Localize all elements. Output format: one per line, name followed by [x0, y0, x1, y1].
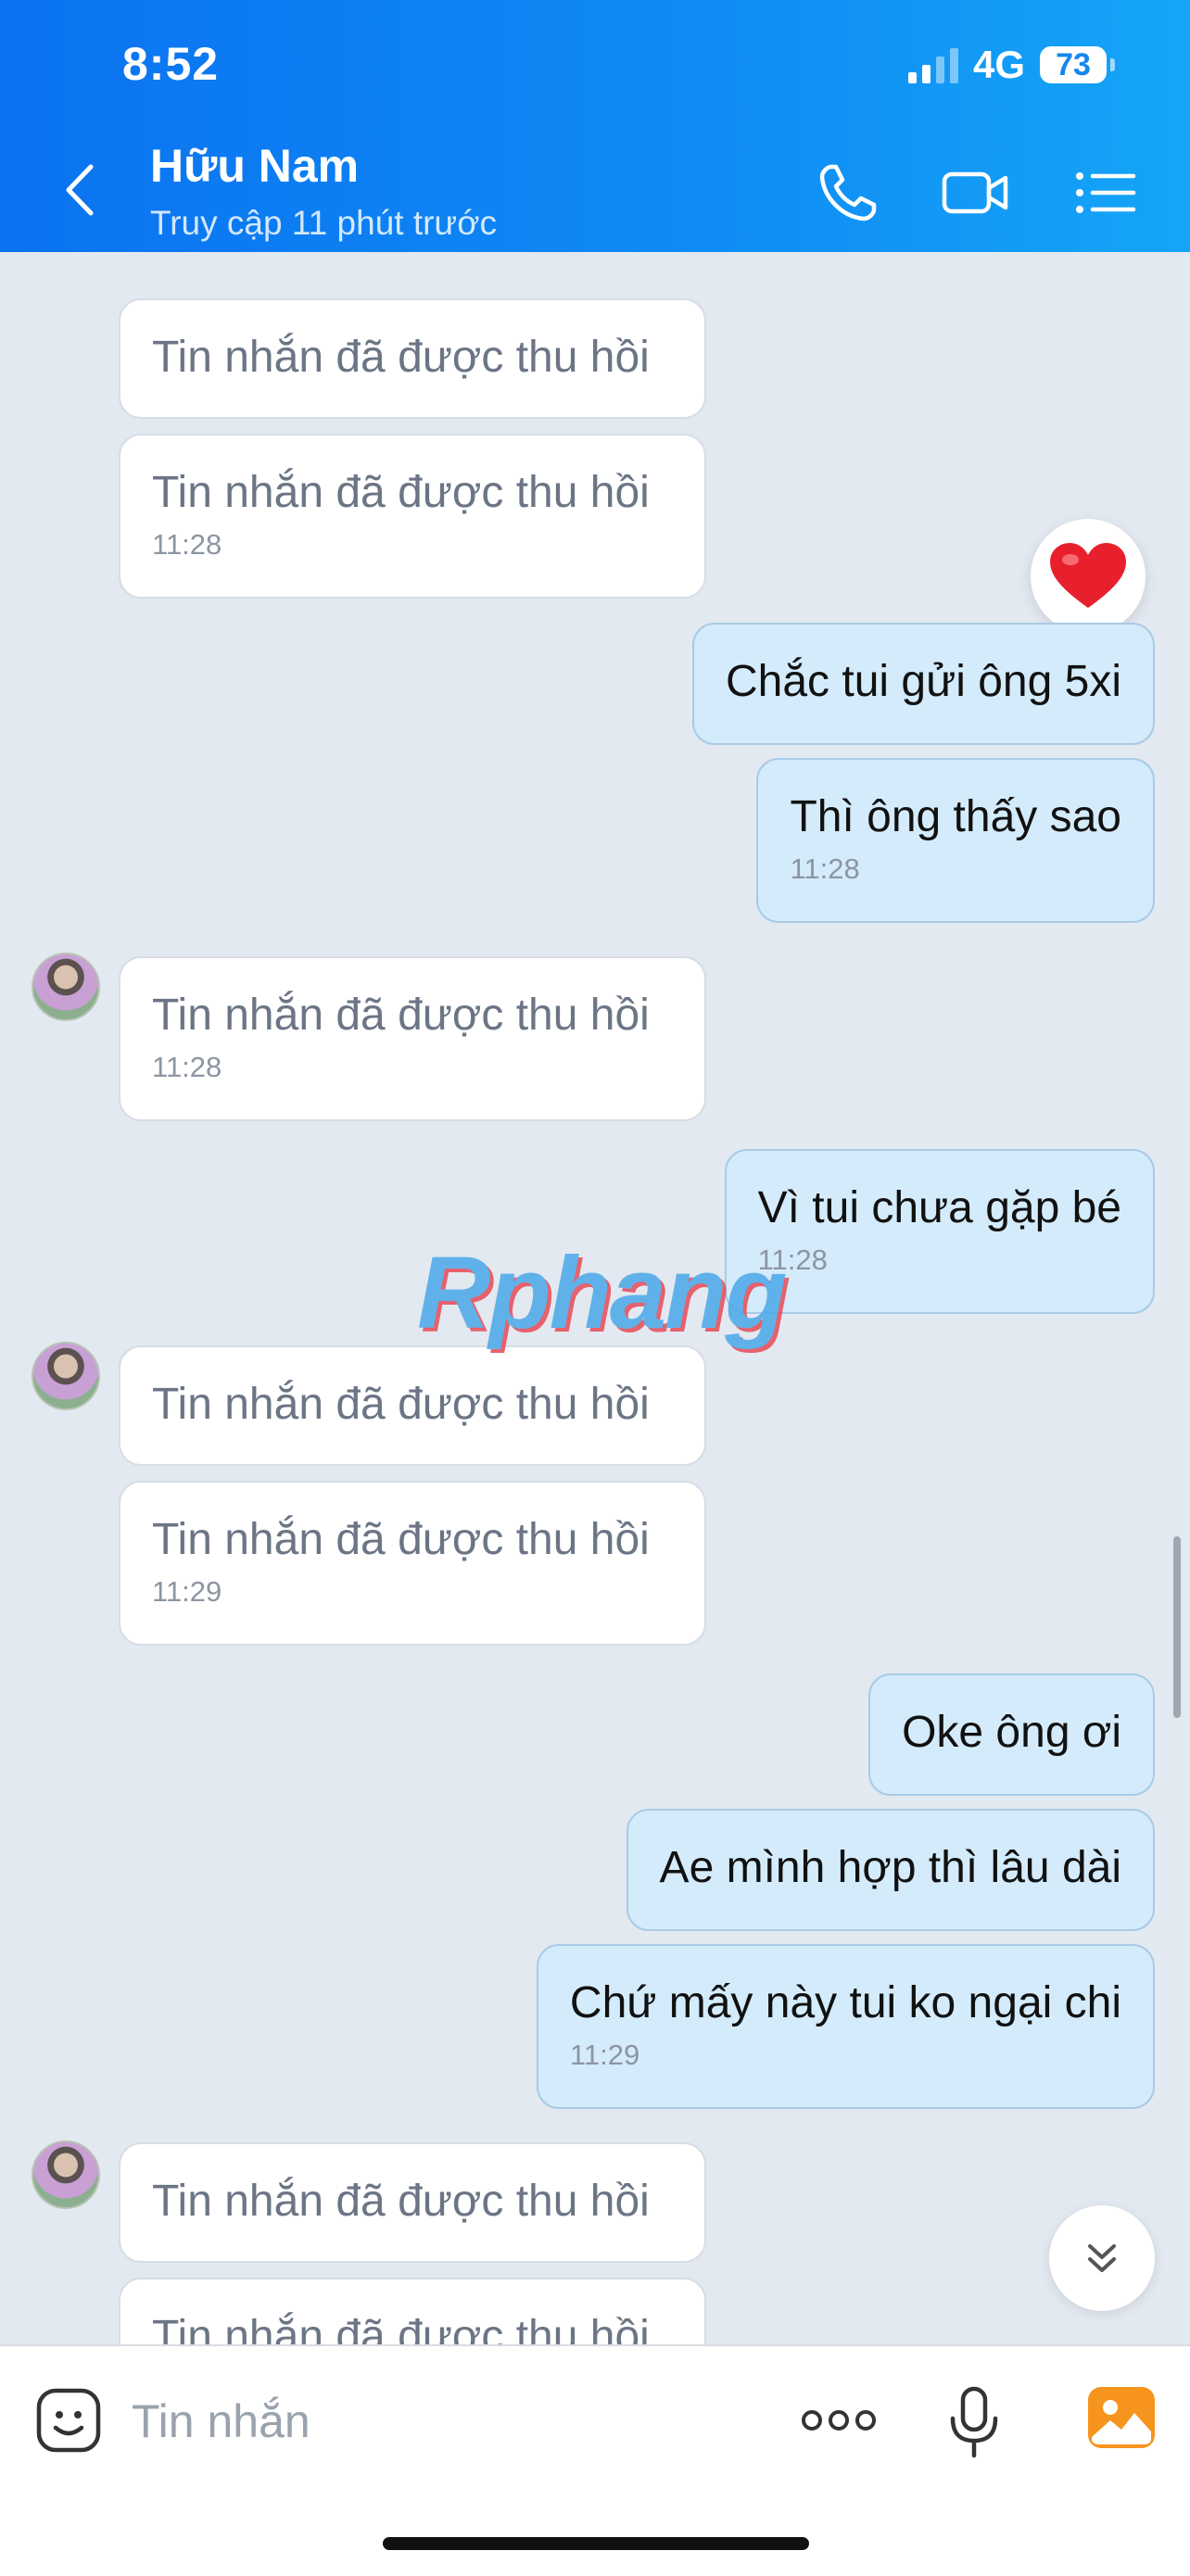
message-bubble-sent[interactable]: Oke ông ơi	[868, 1673, 1155, 1796]
message-bubble-received[interactable]: Tin nhắn đã được thu hồi	[119, 298, 706, 419]
photo-gallery-icon	[1088, 2387, 1155, 2448]
avatar[interactable]	[32, 2140, 100, 2209]
battery-icon: 73	[1040, 46, 1115, 83]
message-list[interactable]: Tin nhắn đã được thu hồi Tin nhắn đã đượ…	[0, 252, 1190, 2344]
chat-options-button[interactable]	[1070, 156, 1145, 230]
avatar[interactable]	[32, 953, 100, 1021]
message-bubble-sent[interactable]: Chắc tui gửi ông 5xi	[691, 623, 1155, 745]
network-type: 4G	[972, 43, 1025, 86]
message-text: Ae mình hợp thì lâu dài	[659, 1843, 1121, 1892]
list-menu-icon	[1076, 172, 1136, 213]
contact-name[interactable]: Hữu Nam	[150, 139, 359, 193]
chevron-left-icon	[66, 164, 94, 216]
message-time: 11:28	[152, 528, 222, 561]
watermark-logo: Rphang	[417, 1236, 787, 1350]
scroll-to-bottom-button[interactable]	[1049, 2205, 1155, 2311]
contact-last-seen: Truy cập 11 phút trước	[150, 204, 497, 242]
message-time: 11:28	[757, 1244, 828, 1276]
message-bubble-sent[interactable]: Chứ mấy này tui ko ngại chi 11:29	[536, 1944, 1155, 2109]
message-text: Oke ông ơi	[902, 1708, 1121, 1757]
message-text: Tin nhắn đã được thu hồi	[152, 2177, 650, 2226]
message-text: Tin nhắn đã được thu hồi	[152, 991, 650, 1040]
message-text: Chứ mấy này tui ko ngại chi	[569, 1978, 1121, 2027]
message-bubble-received[interactable]: Tin nhắn đã được thu hồi 11:28	[119, 956, 706, 1121]
back-button[interactable]	[56, 158, 111, 222]
video-call-button[interactable]	[939, 156, 1013, 230]
message-text: Tin nhắn đã được thu hồi	[152, 468, 650, 517]
voice-call-button[interactable]	[811, 156, 885, 230]
more-options-button[interactable]	[799, 2394, 879, 2446]
message-text: Tin nhắn đã được thu hồi	[152, 1380, 650, 1429]
sticker-button[interactable]	[32, 2383, 106, 2457]
message-bubble-sent[interactable]: Thì ông thấy sao 11:28	[756, 758, 1155, 923]
battery-level: 73	[1056, 46, 1091, 82]
message-text: Vì tui chưa gặp bé	[757, 1183, 1121, 1232]
message-time: 11:29	[152, 1575, 222, 1608]
message-text: Thì ông thấy sao	[790, 792, 1121, 841]
message-text: Tin nhắn đã được thu hồi	[152, 333, 650, 382]
message-bubble-received[interactable]: Tin nhắn đã được thu hồi 11:29	[119, 1481, 706, 1646]
double-chevron-down-icon	[1088, 2244, 1116, 2272]
message-text: Chắc tui gửi ông 5xi	[725, 657, 1121, 706]
scrollbar[interactable]	[1173, 1536, 1181, 1718]
status-time: 8:52	[122, 38, 220, 90]
message-text: Tin nhắn đã được thu hồi	[152, 1515, 650, 1564]
message-bubble-sent[interactable]: Vì tui chưa gặp bé 11:28	[724, 1149, 1155, 1314]
chat-header: 8:52 4G 73 Hữu Nam Truy cập 11 phút trướ…	[0, 0, 1190, 252]
video-camera-icon	[942, 171, 1008, 214]
message-time: 11:29	[569, 2039, 640, 2071]
message-bubble-received[interactable]: Tin nhắn đã được thu hồi	[119, 2278, 706, 2344]
message-bubble-sent[interactable]: Ae mình hợp thì lâu dài	[626, 1809, 1155, 1931]
message-bubble-received[interactable]: Tin nhắn đã được thu hồi	[119, 1345, 706, 1466]
phone-icon	[819, 164, 877, 221]
avatar[interactable]	[32, 1342, 100, 1410]
message-text: Tin nhắn đã được thu hồi	[152, 2312, 650, 2344]
voice-message-button[interactable]	[945, 2383, 1003, 2461]
smiley-sticker-icon	[36, 2388, 101, 2453]
home-indicator	[383, 2537, 809, 2550]
message-time: 11:28	[152, 1051, 222, 1083]
reaction-badge[interactable]	[1031, 519, 1146, 634]
message-bubble-received[interactable]: Tin nhắn đã được thu hồi 11:28	[119, 434, 706, 599]
more-dots-icon	[802, 2410, 876, 2431]
microphone-icon	[950, 2386, 998, 2458]
message-time: 11:28	[790, 852, 860, 885]
status-indicators: 4G 73	[907, 41, 1115, 89]
signal-icon	[907, 46, 958, 83]
heart-icon	[1050, 543, 1126, 608]
image-picker-button[interactable]	[1086, 2385, 1157, 2450]
message-bubble-received[interactable]: Tin nhắn đã được thu hồi	[119, 2142, 706, 2263]
message-input[interactable]	[130, 2383, 652, 2459]
